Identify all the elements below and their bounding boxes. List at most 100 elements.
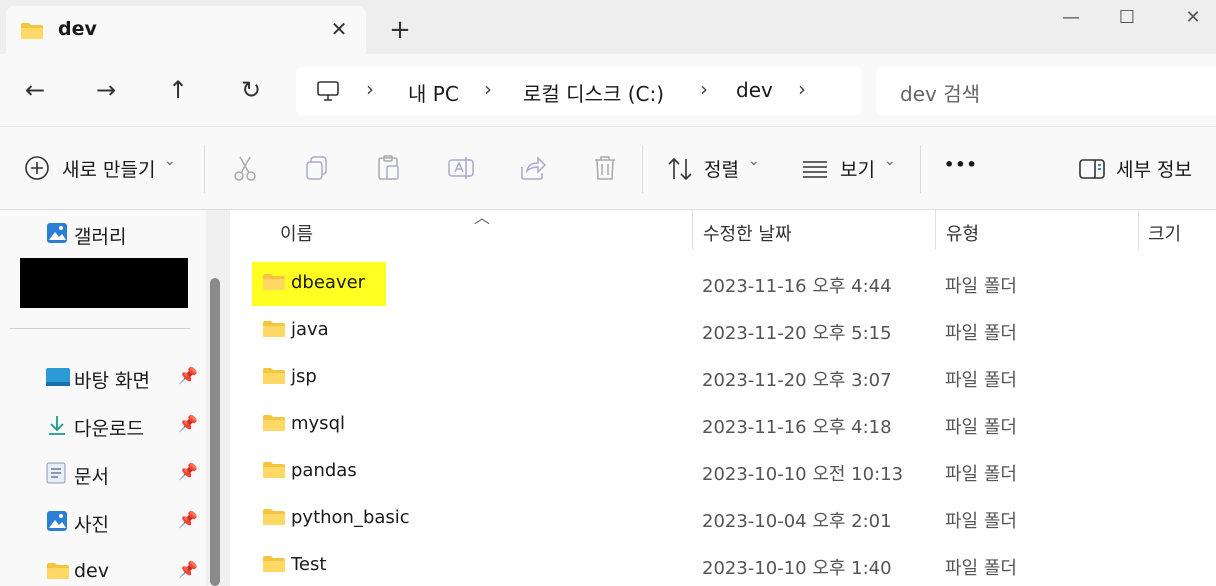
sidebar-item-label: 바탕 화면 bbox=[74, 370, 150, 392]
folder-icon bbox=[20, 22, 44, 45]
new-button[interactable]: 새로 만들기 ⌄ bbox=[22, 151, 184, 187]
more-options-button[interactable]: ••• bbox=[944, 155, 978, 174]
pin-icon[interactable]: 📌 bbox=[178, 462, 198, 481]
desktop-icon bbox=[46, 368, 70, 391]
file-name: java bbox=[291, 319, 329, 340]
separator bbox=[204, 145, 205, 193]
pin-icon[interactable]: 📌 bbox=[178, 560, 198, 579]
sidebar-item-label: 갤러리 bbox=[74, 226, 127, 248]
view-button[interactable]: 보기 ⌄ bbox=[802, 151, 898, 187]
command-bar: 새로 만들기 ⌄ 정렬 ⌄ 보기 ⌄ ••• 세부 정보 bbox=[0, 126, 1216, 210]
column-header-size[interactable]: 크기 bbox=[1148, 220, 1181, 246]
close-window-button[interactable]: ✕ bbox=[1170, 2, 1216, 34]
chevron-down-icon: ⌄ bbox=[748, 153, 760, 169]
cut-icon[interactable] bbox=[230, 153, 260, 183]
minimize-button[interactable]: — bbox=[1048, 2, 1094, 34]
sidebar-item-desktop[interactable]: 바탕 화면 📌 bbox=[0, 356, 206, 400]
file-type: 파일 폴더 bbox=[945, 370, 1017, 391]
file-modified: 2023-10-10 오후 1:40 bbox=[702, 558, 892, 579]
file-name: pandas bbox=[291, 460, 357, 481]
details-pane-icon bbox=[1078, 157, 1106, 186]
delete-icon[interactable] bbox=[590, 153, 620, 183]
search-input[interactable]: dev 검색 bbox=[876, 67, 1216, 115]
chevron-down-icon: ⌄ bbox=[884, 153, 896, 169]
sidebar-item-label: dev bbox=[74, 560, 109, 582]
column-header-type[interactable]: 유형 bbox=[946, 220, 979, 246]
sidebar-item-gallery[interactable]: 갤러리 bbox=[0, 212, 206, 256]
tab-dev[interactable]: dev ✕ bbox=[6, 6, 366, 54]
paste-icon[interactable] bbox=[374, 153, 404, 183]
table-row[interactable]: dbeaver 2023-11-16 오후 4:44 파일 폴더 bbox=[230, 260, 1216, 307]
gallery-icon bbox=[46, 222, 68, 249]
folder-icon bbox=[262, 508, 286, 531]
new-tab-button[interactable]: + bbox=[384, 14, 416, 46]
refresh-button[interactable]: ↻ bbox=[231, 70, 271, 110]
file-name: Test bbox=[291, 554, 327, 575]
sidebar-item-label: 사진 bbox=[74, 514, 109, 536]
column-header-modified[interactable]: 수정한 날짜 bbox=[703, 220, 792, 246]
view-label: 보기 bbox=[840, 159, 875, 181]
up-button[interactable]: ↑ bbox=[158, 70, 198, 110]
folder-icon bbox=[46, 562, 70, 585]
breadcrumb-chevron-icon[interactable]: › bbox=[700, 77, 708, 101]
separator bbox=[920, 145, 921, 193]
breadcrumb-chevron-icon[interactable]: › bbox=[484, 77, 492, 101]
pin-icon[interactable]: 📌 bbox=[178, 366, 198, 385]
breadcrumb-dev[interactable]: dev bbox=[736, 78, 773, 102]
file-type: 파일 폴더 bbox=[945, 276, 1017, 297]
sort-label: 정렬 bbox=[704, 159, 739, 181]
back-button[interactable]: ← bbox=[15, 70, 55, 110]
breadcrumb-local-disk[interactable]: 로컬 디스크 (C:) bbox=[523, 78, 664, 107]
pin-icon[interactable]: 📌 bbox=[178, 414, 198, 433]
table-row[interactable]: java 2023-11-20 오후 5:15 파일 폴더 bbox=[230, 307, 1216, 354]
separator bbox=[642, 145, 643, 193]
column-divider[interactable] bbox=[1138, 210, 1139, 250]
file-list: ︿ 이름 수정한 날짜 유형 크기 dbeaver 2023-11-16 오후 … bbox=[230, 208, 1216, 586]
column-divider[interactable] bbox=[935, 210, 936, 250]
folder-icon bbox=[262, 273, 286, 296]
navigation-bar: ← → ↑ ↻ › 내 PC › 로컬 디스크 (C:) › dev › dev… bbox=[0, 54, 1216, 126]
maximize-button[interactable]: ☐ bbox=[1104, 2, 1150, 34]
share-icon[interactable] bbox=[518, 153, 548, 183]
sidebar-item-downloads[interactable]: 다운로드 📌 bbox=[0, 404, 206, 448]
address-bar[interactable]: › 내 PC › 로컬 디스크 (C:) › dev › bbox=[296, 67, 862, 115]
file-modified: 2023-11-20 오후 3:07 bbox=[702, 370, 892, 391]
document-icon bbox=[46, 462, 66, 489]
breadcrumb-chevron-icon[interactable]: › bbox=[366, 77, 374, 101]
sidebar-scrollbar-thumb[interactable] bbox=[210, 278, 220, 586]
details-button[interactable]: 세부 정보 bbox=[1078, 151, 1208, 187]
close-tab-icon[interactable]: ✕ bbox=[324, 14, 354, 44]
file-type: 파일 폴더 bbox=[945, 464, 1017, 485]
table-row[interactable]: python_basic 2023-10-04 오후 2:01 파일 폴더 bbox=[230, 495, 1216, 542]
column-header-name[interactable]: 이름 bbox=[280, 220, 313, 246]
table-row[interactable]: Test 2023-10-10 오후 1:40 파일 폴더 bbox=[230, 542, 1216, 586]
view-icon bbox=[802, 157, 828, 186]
copy-icon[interactable] bbox=[302, 153, 332, 183]
sort-icon bbox=[666, 155, 694, 188]
computer-icon bbox=[316, 79, 340, 108]
title-bar: dev ✕ + — ☐ ✕ bbox=[0, 0, 1216, 54]
plus-circle-icon bbox=[24, 155, 50, 186]
rename-icon[interactable] bbox=[446, 153, 476, 183]
sidebar-item-documents[interactable]: 문서 📌 bbox=[0, 452, 206, 496]
pin-icon[interactable]: 📌 bbox=[178, 510, 198, 529]
table-row[interactable]: jsp 2023-11-20 오후 3:07 파일 폴더 bbox=[230, 354, 1216, 401]
sidebar-item-pictures[interactable]: 사진 📌 bbox=[0, 500, 206, 544]
folder-icon bbox=[262, 367, 286, 390]
forward-button[interactable]: → bbox=[86, 70, 126, 110]
breadcrumb-this-pc[interactable]: 내 PC bbox=[408, 78, 459, 107]
sidebar-item-label: 다운로드 bbox=[74, 418, 144, 440]
breadcrumb-chevron-icon[interactable]: › bbox=[798, 77, 806, 101]
sidebar-item-dev[interactable]: dev 📌 bbox=[0, 548, 206, 586]
file-modified: 2023-11-16 오후 4:44 bbox=[702, 276, 892, 297]
search-placeholder: dev 검색 bbox=[900, 82, 980, 106]
sort-button[interactable]: 정렬 ⌄ bbox=[666, 151, 766, 187]
divider bbox=[10, 328, 190, 329]
file-name: dbeaver bbox=[291, 272, 366, 293]
sidebar-item-label: 문서 bbox=[74, 466, 109, 488]
table-row[interactable]: pandas 2023-10-10 오전 10:13 파일 폴더 bbox=[230, 448, 1216, 495]
table-row[interactable]: mysql 2023-11-16 오후 4:18 파일 폴더 bbox=[230, 401, 1216, 448]
tab-title: dev bbox=[58, 18, 97, 40]
column-divider[interactable] bbox=[692, 210, 693, 250]
file-type: 파일 폴더 bbox=[945, 558, 1017, 579]
